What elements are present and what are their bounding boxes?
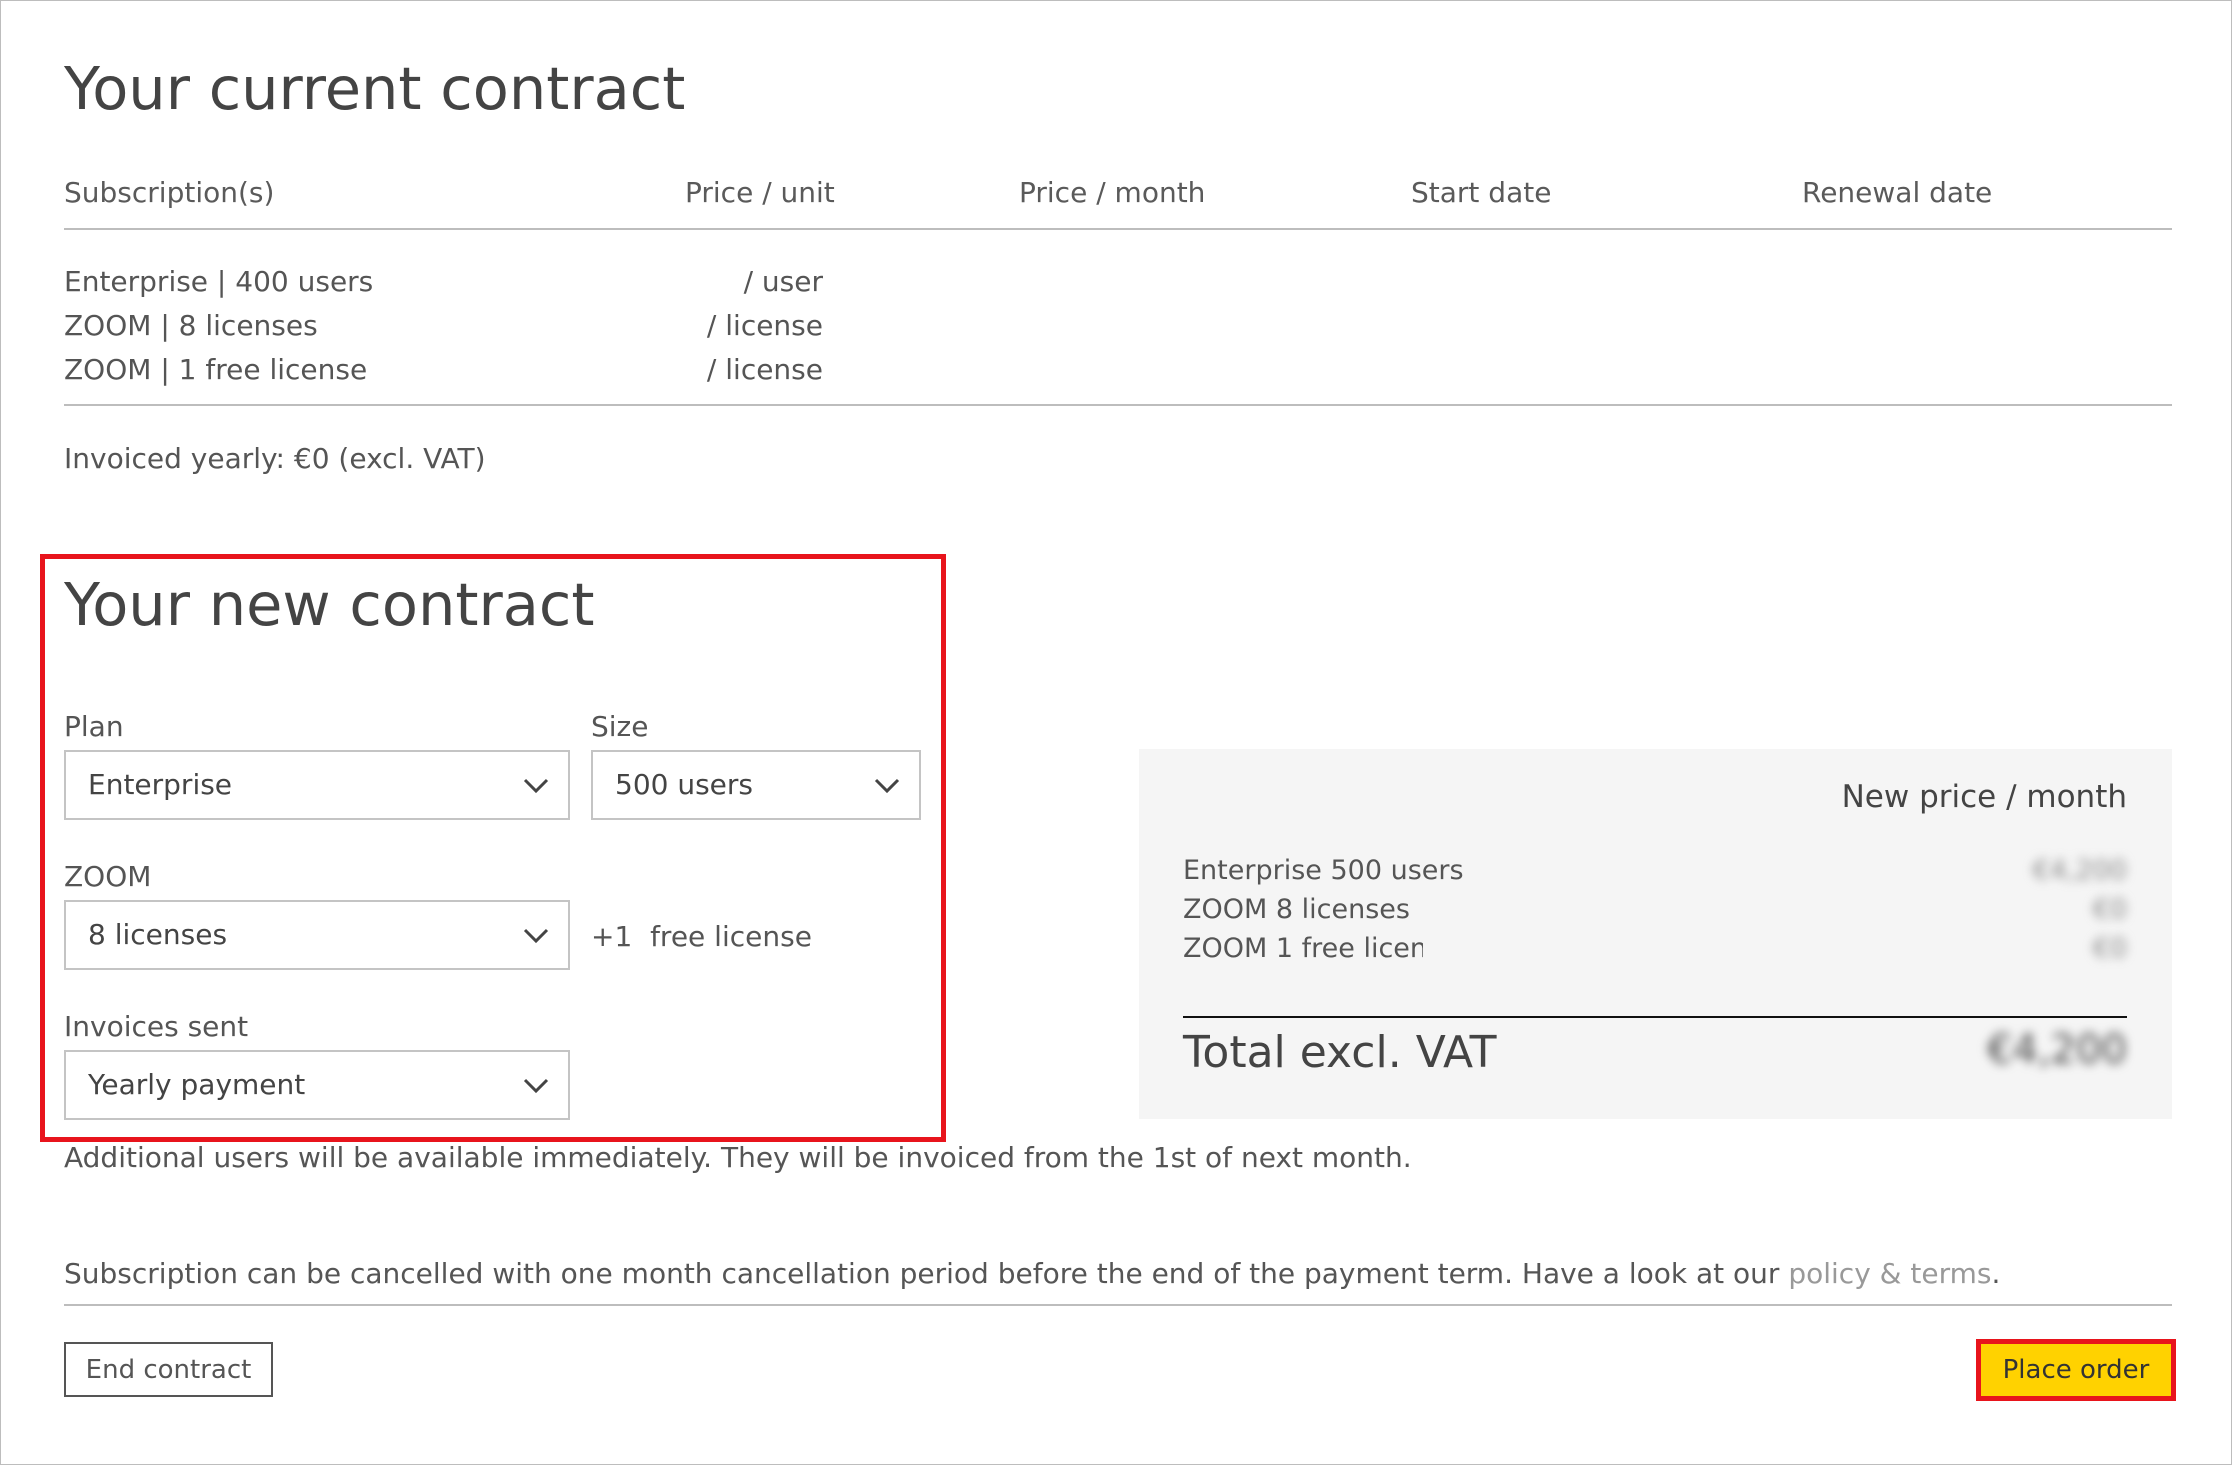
- end-contract-button[interactable]: End contract: [64, 1342, 273, 1397]
- col-price-unit: Price / unit: [685, 176, 835, 209]
- chevron-down-icon: [523, 778, 549, 794]
- new-contract-title: Your new contract: [64, 570, 595, 639]
- price-row-label: ZOOM 8 licenses: [1183, 894, 1410, 925]
- current-contract-title: Your current contract: [64, 54, 686, 123]
- zoom-label: ZOOM: [64, 860, 152, 893]
- size-select-value: 500 users: [615, 768, 754, 801]
- row-unit: / user: [743, 265, 823, 298]
- total-value: €4,200: [1987, 1027, 2127, 1073]
- price-row-label: ZOOM 1 free license: [1183, 933, 1423, 964]
- row-subscription: Enterprise | 400 users: [64, 265, 374, 298]
- zoom-select[interactable]: 8 licenses: [64, 900, 570, 970]
- table-bottom-divider: [64, 404, 2172, 406]
- col-start-date: Start date: [1411, 176, 1552, 209]
- total-divider: [1183, 1016, 2127, 1018]
- col-subscriptions: Subscription(s): [64, 176, 275, 209]
- place-order-button[interactable]: Place order: [1976, 1339, 2176, 1401]
- row-subscription: ZOOM | 8 licenses: [64, 309, 318, 342]
- plan-select[interactable]: Enterprise: [64, 750, 570, 820]
- total-label: Total excl. VAT: [1183, 1027, 1497, 1078]
- col-renewal-date: Renewal date: [1802, 176, 1993, 209]
- invoices-select[interactable]: Yearly payment: [64, 1050, 570, 1120]
- footer-divider: [64, 1304, 2172, 1306]
- invoices-select-value: Yearly payment: [88, 1068, 306, 1101]
- chevron-down-icon: [523, 928, 549, 944]
- new-price-heading: New price / month: [1841, 779, 2127, 815]
- policy-terms-link[interactable]: policy & terms: [1788, 1257, 1991, 1290]
- price-row-value: €0: [2092, 894, 2127, 925]
- row-subscription: ZOOM | 1 free license: [64, 353, 368, 386]
- price-row-label: Enterprise 500 users: [1183, 855, 1464, 886]
- cancellation-text: Subscription can be cancelled with one m…: [64, 1257, 1789, 1290]
- col-price-month: Price / month: [1019, 176, 1206, 209]
- cancellation-note: Subscription can be cancelled with one m…: [64, 1257, 2000, 1290]
- zoom-select-value: 8 licenses: [88, 918, 228, 951]
- price-row-value: €0: [2092, 933, 2127, 964]
- plan-label: Plan: [64, 710, 124, 743]
- size-select[interactable]: 500 users: [591, 750, 921, 820]
- additional-users-note: Additional users will be available immed…: [64, 1141, 1412, 1174]
- size-label: Size: [591, 710, 649, 743]
- row-unit: / license: [706, 309, 823, 342]
- chevron-down-icon: [523, 1078, 549, 1094]
- free-license-note: +1 free license: [591, 920, 812, 953]
- price-row-value: €4,200: [2032, 855, 2127, 886]
- table-header-divider: [64, 228, 2172, 230]
- plan-select-value: Enterprise: [88, 768, 233, 801]
- row-unit: / license: [706, 353, 823, 386]
- chevron-down-icon: [874, 778, 900, 794]
- cancellation-suffix: .: [1991, 1257, 2001, 1290]
- invoices-label: Invoices sent: [64, 1010, 249, 1043]
- invoiced-yearly: Invoiced yearly: €0 (excl. VAT): [64, 442, 486, 475]
